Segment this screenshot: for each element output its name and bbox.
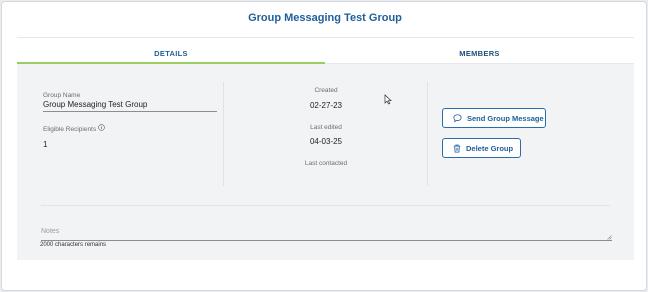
column-divider-right — [427, 82, 428, 186]
tab-bar: DETAILS MEMBERS — [17, 46, 634, 64]
tab-members[interactable]: MEMBERS — [325, 46, 634, 64]
characters-remaining: 2000 characters remains — [40, 242, 107, 248]
tab-details[interactable]: DETAILS — [17, 46, 325, 64]
group-name-underline — [43, 111, 217, 112]
eligible-recipients-label: Eligible Recipients — [43, 126, 97, 133]
send-group-message-label: Send Group Message — [467, 113, 544, 123]
details-panel: Group Name Group Messaging Test Group El… — [17, 64, 634, 260]
mouse-cursor-icon — [384, 94, 392, 105]
resize-handle-icon[interactable] — [607, 235, 612, 240]
column-divider-left — [223, 82, 224, 186]
group-details-card: Group Messaging Test Group DETAILS MEMBE… — [1, 1, 647, 291]
notes-underline — [41, 240, 612, 241]
group-name-field[interactable]: Group Messaging Test Group — [43, 100, 147, 109]
delete-group-button[interactable]: Delete Group — [442, 138, 521, 158]
last-edited-value: 04-03-25 — [309, 137, 343, 146]
eligible-recipients-value: 1 — [43, 140, 48, 149]
last-contacted-label: Last contacted — [304, 160, 348, 167]
created-value: 02-27-23 — [309, 101, 343, 110]
notes-placeholder: Notes — [41, 228, 60, 235]
notes-textarea[interactable]: Notes — [41, 228, 59, 235]
title-divider — [17, 37, 634, 38]
info-icon[interactable] — [98, 124, 105, 131]
send-group-message-button[interactable]: Send Group Message — [442, 108, 546, 128]
created-label: Created — [314, 87, 338, 94]
trash-icon — [453, 144, 461, 152]
page-title: Group Messaging Test Group — [248, 12, 402, 24]
delete-group-label: Delete Group — [466, 143, 514, 153]
chat-bubble-icon — [453, 114, 462, 122]
section-divider — [41, 205, 610, 206]
group-name-label: Group Name — [43, 92, 81, 99]
last-edited-label: Last edited — [310, 124, 342, 131]
